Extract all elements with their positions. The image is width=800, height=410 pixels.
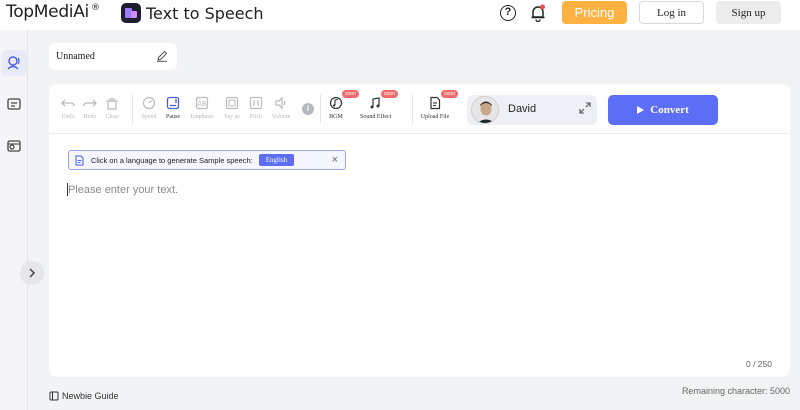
emphasis-button[interactable]: AB Emphasis — [187, 96, 217, 120]
document-icon — [7, 98, 21, 110]
convert-label: Convert — [650, 104, 689, 116]
document-hint-icon — [75, 155, 84, 165]
upload-file-button[interactable]: Upload File soon — [420, 90, 458, 120]
speed-icon — [142, 96, 156, 110]
sound-effect-icon — [370, 97, 380, 109]
undo-icon — [61, 99, 75, 107]
pause-icon — [166, 96, 180, 110]
language-hint-text: Click on a language to generate Sample s… — [91, 155, 253, 165]
login-button[interactable]: Log in — [639, 1, 704, 24]
text-input[interactable]: Please enter your text. — [68, 184, 178, 196]
volume-label: Volume — [271, 114, 291, 120]
toolbar-divider — [412, 95, 413, 123]
sidebar-item-media[interactable] — [1, 133, 27, 159]
close-icon[interactable]: × — [332, 154, 338, 166]
emphasis-icon: AB — [195, 96, 209, 110]
pause-label: Pause — [166, 114, 180, 120]
remaining-characters: Remaining character: 5000 — [681, 386, 790, 396]
app-title: Text to Speech — [121, 3, 264, 23]
sound-effect-button[interactable]: Sound Effect soon — [360, 90, 398, 120]
editor-panel: Undo Redo Clear Speed Pause AB Emphasis … — [49, 84, 790, 377]
book-icon — [49, 391, 59, 401]
redo-icon — [83, 99, 97, 107]
volume-icon — [275, 96, 286, 110]
logo[interactable]: TopMediAi ® — [6, 2, 100, 22]
svg-text:AB: AB — [197, 101, 207, 108]
upload-file-label: Upload File — [420, 114, 450, 120]
newbie-guide-label: Newbie Guide — [62, 391, 119, 401]
play-icon — [637, 106, 645, 114]
media-icon — [7, 140, 21, 152]
chevron-right-icon — [29, 268, 36, 278]
document-name-card: Unnamed — [49, 43, 177, 70]
help-icon[interactable]: ? — [500, 5, 516, 21]
document-name[interactable]: Unnamed — [56, 51, 95, 62]
app-icon — [121, 3, 141, 23]
toolbar-divider — [132, 95, 133, 123]
newbie-guide-link[interactable]: Newbie Guide — [49, 391, 119, 401]
clear-label: Clear — [105, 114, 119, 120]
pitch-icon — [249, 96, 263, 110]
clear-icon — [106, 98, 118, 110]
switch-voice-icon[interactable] — [579, 102, 591, 114]
toolbar: Undo Redo Clear Speed Pause AB Emphasis … — [49, 84, 790, 134]
top-header: TopMediAi ® Text to Speech ? Pricing Log … — [0, 0, 800, 30]
speech-icon — [7, 56, 20, 70]
soon-badge: soon — [441, 90, 458, 98]
sound-effect-label: Sound Effect — [360, 114, 392, 120]
sidebar-item-document[interactable] — [1, 91, 27, 117]
soon-badge: soon — [381, 90, 398, 98]
sidebar-item-speech[interactable] — [1, 50, 27, 76]
bgm-button[interactable]: BGM soon — [321, 90, 359, 120]
left-sidebar — [0, 30, 28, 410]
say-as-icon — [225, 96, 239, 110]
convert-button[interactable]: Convert — [608, 95, 718, 125]
soon-badge: soon — [342, 90, 359, 98]
edit-icon[interactable] — [156, 50, 168, 62]
pause-button[interactable]: Pause — [158, 96, 188, 120]
clear-button[interactable]: Clear — [97, 96, 127, 120]
app-title-text: Text to Speech — [146, 3, 264, 23]
voice-selector[interactable]: David — [467, 95, 597, 125]
bell-icon[interactable] — [530, 4, 546, 23]
info-icon[interactable]: i — [302, 103, 314, 115]
voice-name: David — [508, 103, 537, 115]
signup-button[interactable]: Sign up — [716, 1, 781, 24]
bgm-label: BGM — [329, 114, 343, 120]
music-icon — [329, 96, 343, 110]
pricing-button[interactable]: Pricing — [562, 1, 627, 24]
character-count: 0 / 250 — [746, 359, 772, 369]
volume-button[interactable]: Volume — [266, 96, 296, 120]
upload-file-icon — [430, 96, 441, 110]
logo-registered-mark: ® — [90, 3, 100, 14]
language-chip-english[interactable]: English — [258, 154, 295, 166]
expand-sidebar-button[interactable] — [20, 261, 44, 285]
emphasis-label: Emphasis — [190, 114, 214, 120]
language-hint-banner: Click on a language to generate Sample s… — [68, 150, 346, 170]
logo-text: TopMediAi — [6, 2, 89, 22]
avatar — [471, 96, 499, 124]
